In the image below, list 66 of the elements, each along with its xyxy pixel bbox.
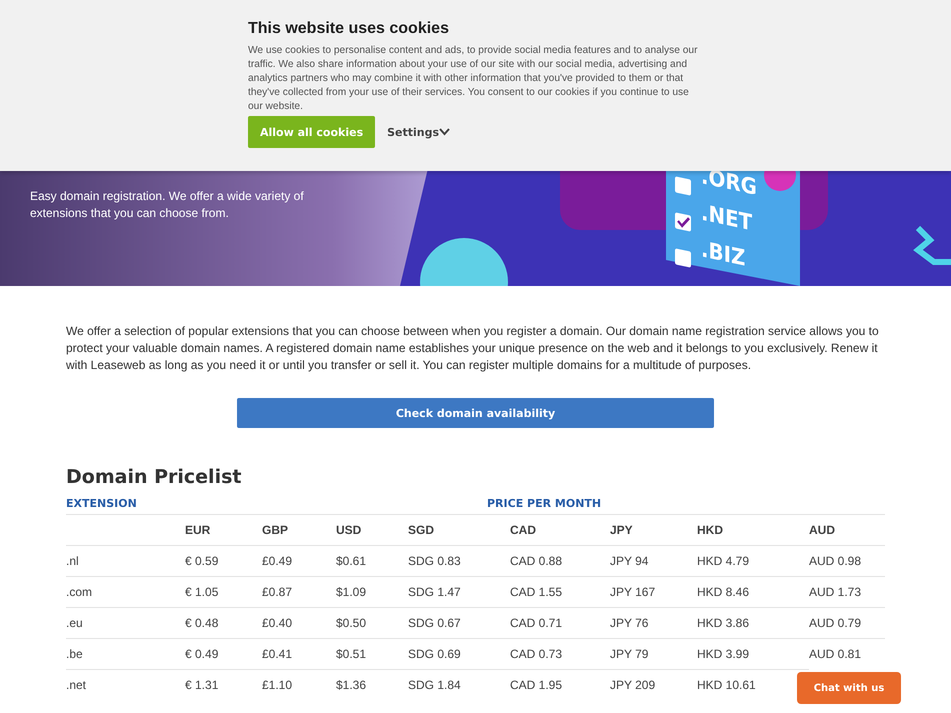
table-cell: JPY 79: [610, 638, 697, 670]
table-cell: JPY 94: [610, 546, 697, 576]
table-cell: £0.40: [262, 608, 336, 638]
table-cell: SDG 0.69: [408, 638, 510, 670]
table-cell: CAD 1.55: [510, 576, 610, 608]
table-cell: AUD 0.81: [809, 638, 885, 670]
table-cell: CAD 0.71: [510, 608, 610, 638]
table-cell: $1.09: [336, 576, 408, 608]
table-cell: HKD 3.99: [697, 638, 809, 670]
chat-button[interactable]: Chat with us: [797, 672, 901, 704]
column-header: USD: [336, 514, 408, 546]
table-cell: .eu: [66, 608, 185, 638]
intro-paragraph: We offer a selection of popular extensions that you can choose between when you register a domain. Our domain name registration service allows you to protect your valuable domain names. A registered domain name establishes your unique presence on the web and it belongs to you exclusively. Renew it with Leaseweb as long as you need it or until you transfer or sell it. You can register multiple domains for a multitude of purposes.: [66, 323, 880, 374]
column-header: JPY: [610, 514, 697, 546]
table-cell: CAD 0.88: [510, 546, 610, 576]
table-cell: € 1.05: [185, 576, 262, 608]
table-cell: € 0.59: [185, 546, 262, 576]
table-cell: € 0.48: [185, 608, 262, 638]
table-cell: SDG 0.83: [408, 546, 510, 576]
column-header: CAD: [510, 514, 610, 546]
table-cell: € 1.31: [185, 670, 262, 700]
table-cell: HKD 8.46: [697, 576, 809, 608]
column-header: AUD: [809, 514, 885, 546]
column-header: HKD: [697, 514, 809, 546]
extension-label: .ORG: [701, 164, 757, 201]
table-cell: AUD 0.79: [809, 608, 885, 638]
extension-label: .NET: [701, 200, 752, 236]
column-header: SGD: [408, 514, 510, 546]
group-header: EXTENSION: [66, 496, 138, 510]
table-cell: $1.36: [336, 670, 408, 700]
table-cell: SDG 1.47: [408, 576, 510, 608]
table-cell: HKD 4.79: [697, 546, 809, 576]
caret-icon: [439, 128, 450, 136]
table-cell: £0.41: [262, 638, 336, 670]
table-cell: JPY 76: [610, 608, 697, 638]
group-header: PRICE PER MONTH: [487, 496, 602, 510]
table-cell: € 0.49: [185, 638, 262, 670]
table-cell: $0.51: [336, 638, 408, 670]
pricelist-title: Domain Pricelist: [66, 466, 242, 488]
cookie-text: We use cookies to personalise content and ads, to provide social media features and to analyse our traffic. We also share information about your use of our site with our social media, advertising and analytics partners who may combine it with other information that you've provided to them or that they've collected from your use of their services. You consent to our cookies if you continue to use our website.: [248, 44, 698, 114]
cookie-title: This website uses cookies: [248, 20, 450, 38]
table-cell: CAD 0.73: [510, 638, 610, 670]
table-cell: .net: [66, 670, 185, 700]
table-cell: AUD 1.73: [809, 576, 885, 608]
table-cell: .com: [66, 576, 185, 608]
table-cell: JPY 167: [610, 576, 697, 608]
extension-label: .BIZ: [701, 237, 746, 272]
table-cell: SDG 0.67: [408, 608, 510, 638]
hero-subtitle: Easy domain registration. We offer a wide variety of extensions that you can choose from.: [30, 188, 305, 222]
column-header: GBP: [262, 514, 336, 546]
table-cell: £0.49: [262, 546, 336, 576]
table-cell: HKD 3.86: [697, 608, 809, 638]
allow-cookies-button[interactable]: Allow all cookies: [248, 116, 376, 148]
check-availability-button[interactable]: Check domain availability: [237, 398, 714, 428]
table-cell: AUD 0.98: [809, 546, 885, 576]
table-cell: $0.61: [336, 546, 408, 576]
table-cell: JPY 209: [610, 670, 697, 700]
table-cell: CAD 1.95: [510, 670, 610, 700]
table-cell: £1.10: [262, 670, 336, 700]
table-cell: £0.87: [262, 576, 336, 608]
settings-button[interactable]: Settings: [387, 126, 450, 138]
table-cell: .nl: [66, 546, 185, 576]
table-cell: $0.50: [336, 608, 408, 638]
table-cell: SDG 1.84: [408, 670, 510, 700]
table-cell: .be: [66, 638, 185, 670]
column-header: EUR: [185, 514, 262, 546]
